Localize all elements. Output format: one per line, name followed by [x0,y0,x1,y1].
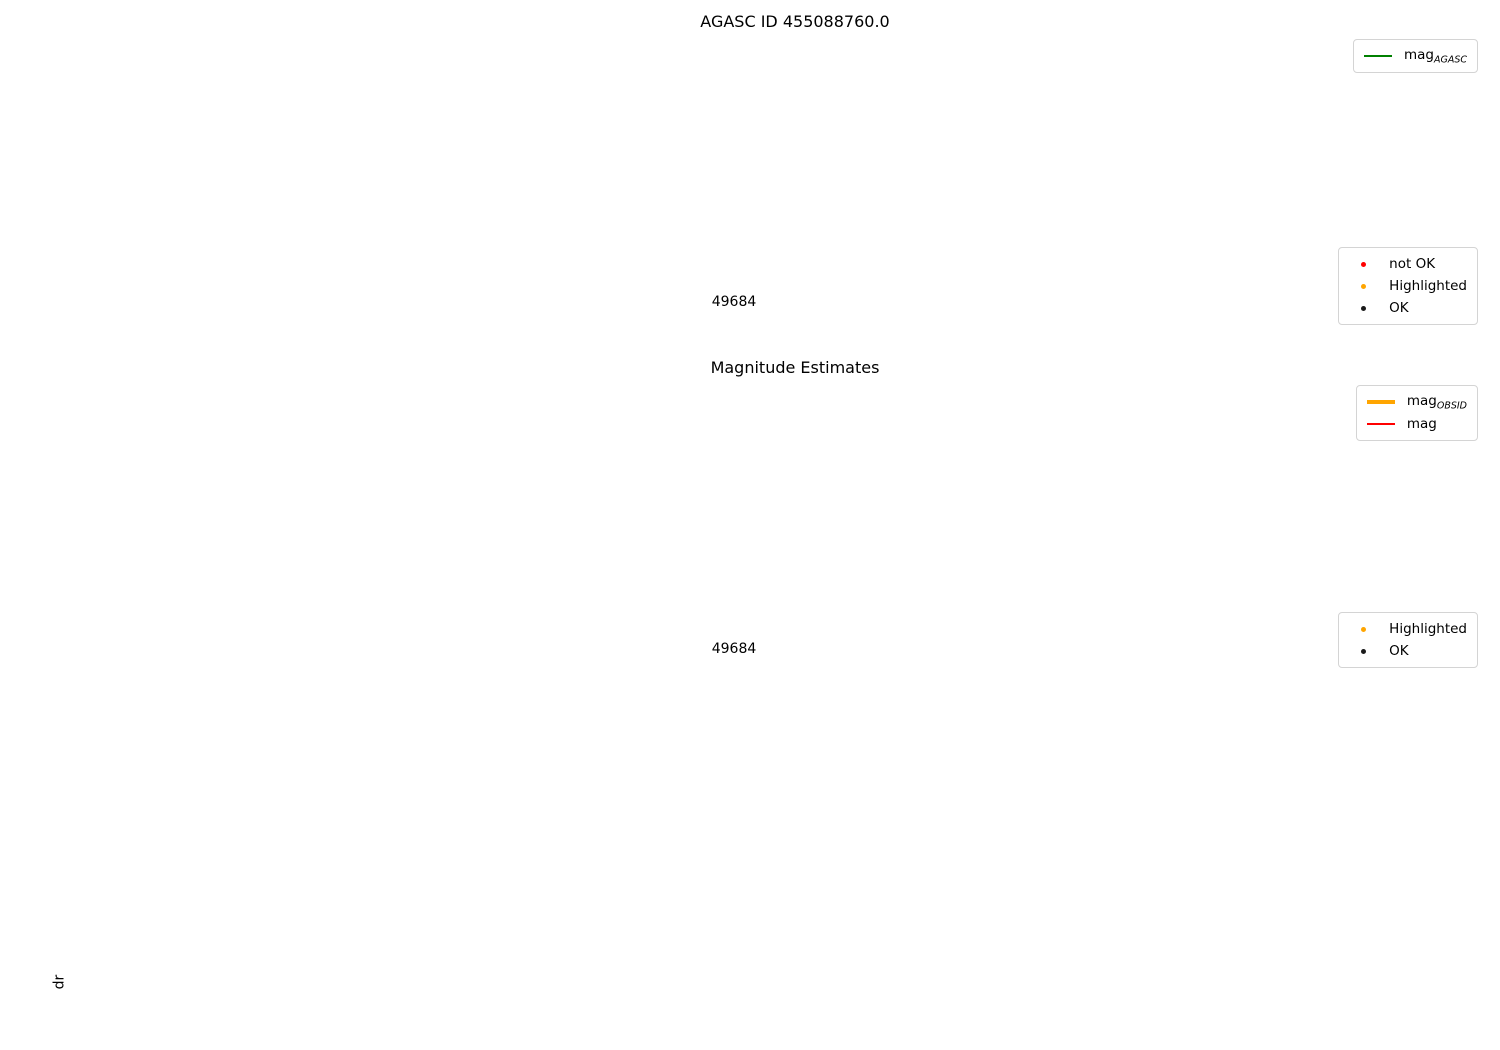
middle-obsid-annotation: 49684 [711,641,757,657]
legend-entry-highlighted: Highlighted [1349,618,1467,640]
legend-entry-ok: OK [1349,640,1467,662]
orange-dot-swatch [1349,626,1377,632]
legend-entry-ok: OK [1349,297,1467,319]
red-dot-swatch [1349,261,1377,267]
legend-entry-not-ok: not OK [1349,253,1467,275]
top-line-legend: magAGASC [1352,39,1478,73]
top-plot-title: AGASC ID 455088760.0 [700,12,890,31]
legend-entry-highlighted: Highlighted [1349,275,1467,297]
middle-marker-legend: Highlighted OK [1338,612,1478,668]
top-marker-legend: not OK Highlighted OK [1338,247,1478,325]
plot-canvas [0,0,1500,1050]
green-line-swatch [1363,54,1392,58]
orange-line-swatch [1366,400,1395,404]
legend-label: OK [1389,300,1409,316]
legend-label: mag [1406,416,1437,432]
legend-entry-mag-obsid: magOBSID [1366,391,1467,413]
legend-entry-mag-agasc: magAGASC [1363,45,1467,67]
figure-canvas: AGASC ID 455088760.0 Magnitude Estimates… [0,0,1500,1050]
legend-label: Highlighted [1389,621,1467,637]
legend-entry-mag: mag [1366,413,1467,435]
middle-line-legend: magOBSID mag [1355,385,1478,441]
top-obsid-annotation: 49684 [711,294,757,310]
middle-plot-title: Magnitude Estimates [710,358,880,377]
red-line-swatch [1366,422,1395,426]
black-dot-swatch [1349,305,1377,311]
legend-label: Highlighted [1389,278,1467,294]
legend-label: magAGASC [1403,46,1467,66]
orange-dot-swatch [1349,283,1377,289]
legend-label: not OK [1389,256,1436,272]
dr-axis-label: dr [51,974,68,990]
legend-label: OK [1389,643,1409,659]
legend-label: magOBSID [1406,392,1467,412]
black-dot-swatch [1349,648,1377,654]
